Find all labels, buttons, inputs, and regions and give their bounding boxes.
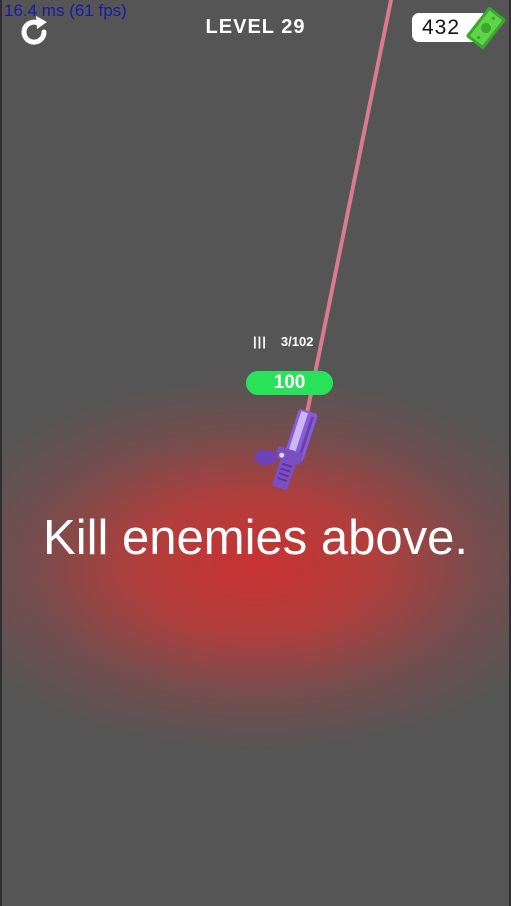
pistol-icon — [253, 409, 318, 491]
cash-bill-icon — [466, 7, 506, 49]
game-viewport[interactable]: 16.4 ms (61 fps) LEVEL 29 432 ||| 3/102 1… — [0, 0, 511, 906]
health-bar: 100 — [246, 371, 333, 395]
bullets-icon: ||| — [253, 334, 267, 349]
ammo-counter: ||| 3/102 — [253, 334, 313, 349]
instruction-text: Kill enemies above. — [43, 511, 468, 565]
money-value: 432 — [422, 16, 461, 39]
ammo-count: 3/102 — [280, 334, 314, 349]
health-value: 100 — [273, 372, 306, 393]
